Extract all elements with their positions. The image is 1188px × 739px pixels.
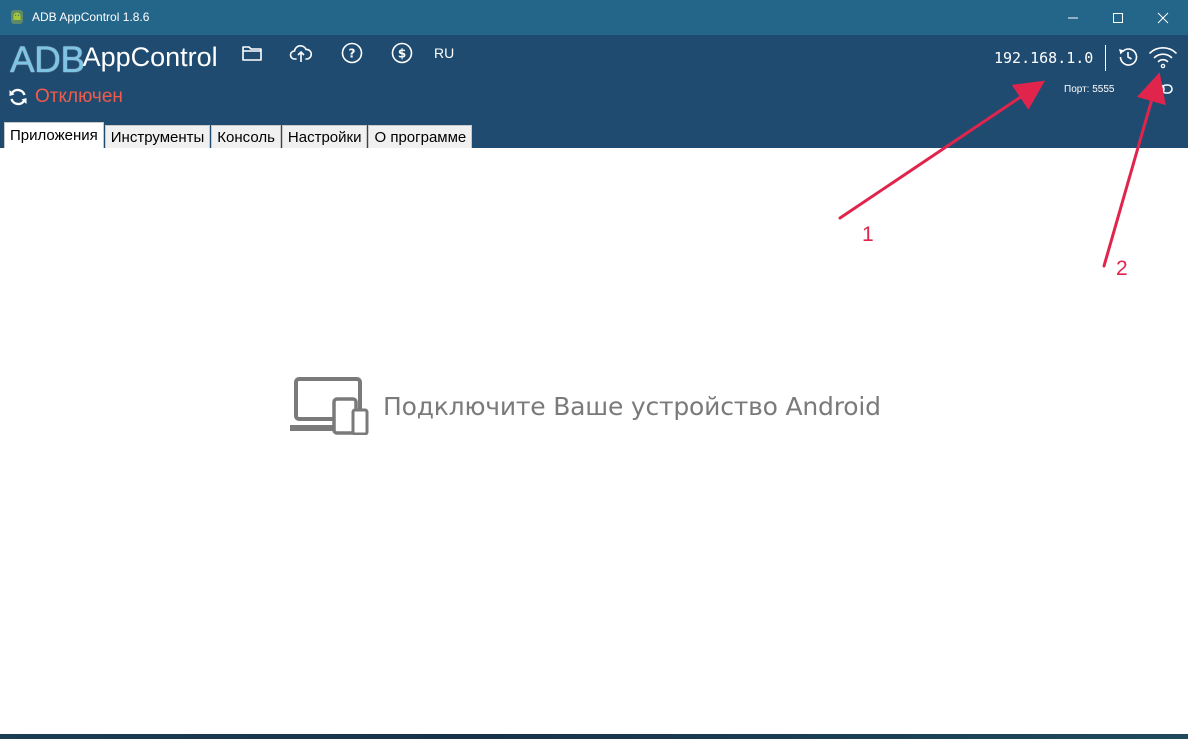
no-device-placeholder: Подключите Ваше устройство Android <box>290 377 881 435</box>
tab-applications[interactable]: Приложения <box>4 122 104 148</box>
tab-console[interactable]: Консоль <box>211 125 281 148</box>
port-label: Порт: 5555 <box>1064 84 1115 95</box>
main-tabs: Приложения Инструменты Консоль Настройки… <box>4 122 473 148</box>
link-icon[interactable] <box>1152 81 1174 97</box>
annotation-label-1: 1 <box>862 223 874 246</box>
wifi-icon[interactable] <box>1148 43 1178 71</box>
title-bar[interactable]: ADB AppControl 1.8.6 <box>0 0 1188 35</box>
app-window: ADB AppControl 1.8.6 ADBAppControl ? $ R… <box>0 0 1188 739</box>
history-icon[interactable] <box>1116 45 1140 69</box>
tab-about[interactable]: О программе <box>368 125 473 148</box>
tab-tools[interactable]: Инструменты <box>104 125 211 148</box>
close-button[interactable] <box>1140 0 1186 35</box>
cloud-upload-icon[interactable] <box>289 41 313 65</box>
dollar-icon[interactable]: $ <box>390 41 414 65</box>
connection-status: Отключен <box>35 86 123 107</box>
svg-text:?: ? <box>349 47 356 61</box>
folder-icon[interactable] <box>240 41 264 65</box>
app-header: ADBAppControl ? $ RU Отключен 192.168.1.… <box>0 35 1188 148</box>
android-app-icon <box>11 10 23 24</box>
window-title: ADB AppControl 1.8.6 <box>32 10 150 24</box>
maximize-button[interactable] <box>1095 0 1141 35</box>
app-logo: ADBAppControl <box>10 39 218 80</box>
help-icon[interactable]: ? <box>340 41 364 65</box>
annotation-label-2: 2 <box>1116 257 1128 280</box>
tab-settings[interactable]: Настройки <box>281 125 368 148</box>
minimize-icon <box>1068 17 1078 18</box>
maximize-icon <box>1113 12 1123 23</box>
svg-text:$: $ <box>398 47 406 61</box>
window-bottom-edge <box>0 734 1188 739</box>
language-selector[interactable]: RU <box>434 45 454 61</box>
logo-adb-text: ADB <box>10 39 85 80</box>
close-icon <box>1157 12 1169 23</box>
connect-device-message: Подключите Ваше устройство Android <box>383 391 881 421</box>
logo-appcontrol-text: AppControl <box>82 42 218 72</box>
devices-icon <box>290 377 369 435</box>
ip-address-input[interactable] <box>986 45 1106 71</box>
minimize-button[interactable] <box>1050 0 1096 35</box>
refresh-icon[interactable] <box>8 87 28 107</box>
